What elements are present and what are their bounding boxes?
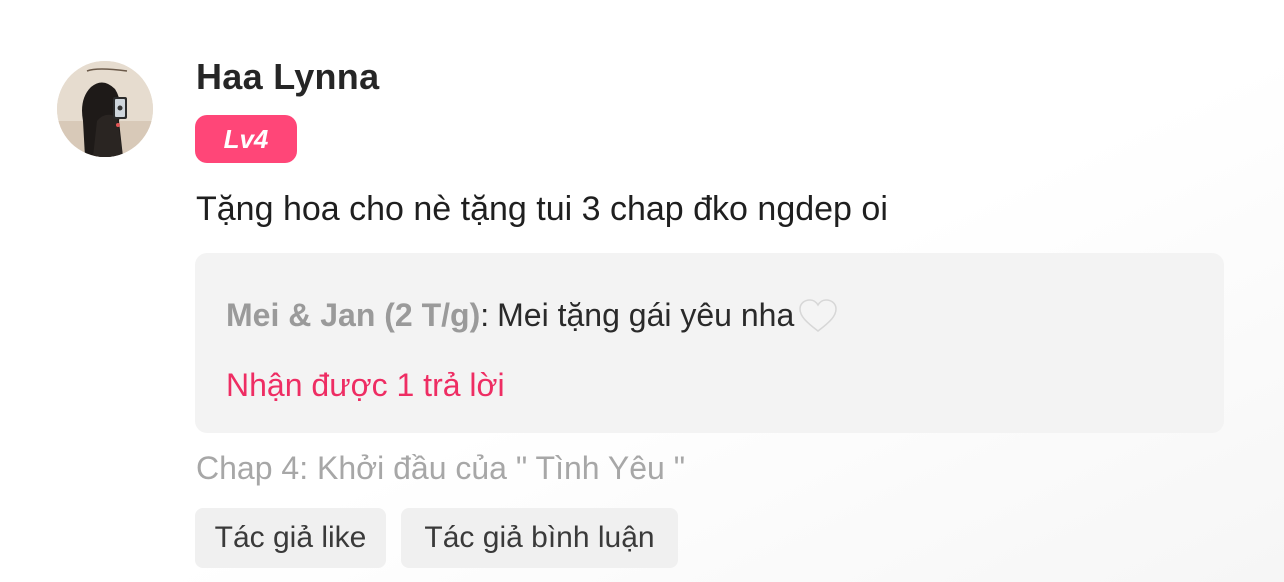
reply-preview-line: Mei & Jan (2 T/g) : Mei tặng gái yêu nha xyxy=(226,297,838,334)
avatar[interactable] xyxy=(57,61,153,157)
comment-text: Tặng hoa cho nè tặng tui 3 chap đko ngde… xyxy=(196,190,888,228)
author-comment-tag: Tác giả bình luận xyxy=(401,508,678,568)
avatar-photo xyxy=(57,61,153,157)
replies-count-link[interactable]: Nhận được 1 trả lời xyxy=(226,367,505,404)
reply-separator: : xyxy=(480,297,490,333)
reply-text: Mei tặng gái yêu nha xyxy=(497,297,795,333)
author-like-tag: Tác giả like xyxy=(195,508,386,568)
user-name[interactable]: Haa Lynna xyxy=(196,56,379,98)
level-badge: Lv4 xyxy=(195,115,297,163)
chapter-link[interactable]: Chap 4: Khởi đầu của " Tình Yêu " xyxy=(196,450,685,487)
reply-author[interactable]: Mei & Jan (2 T/g) xyxy=(226,297,480,334)
reply-preview-box[interactable]: Mei & Jan (2 T/g) : Mei tặng gái yêu nha… xyxy=(195,253,1224,433)
white-heart-icon xyxy=(798,298,838,334)
